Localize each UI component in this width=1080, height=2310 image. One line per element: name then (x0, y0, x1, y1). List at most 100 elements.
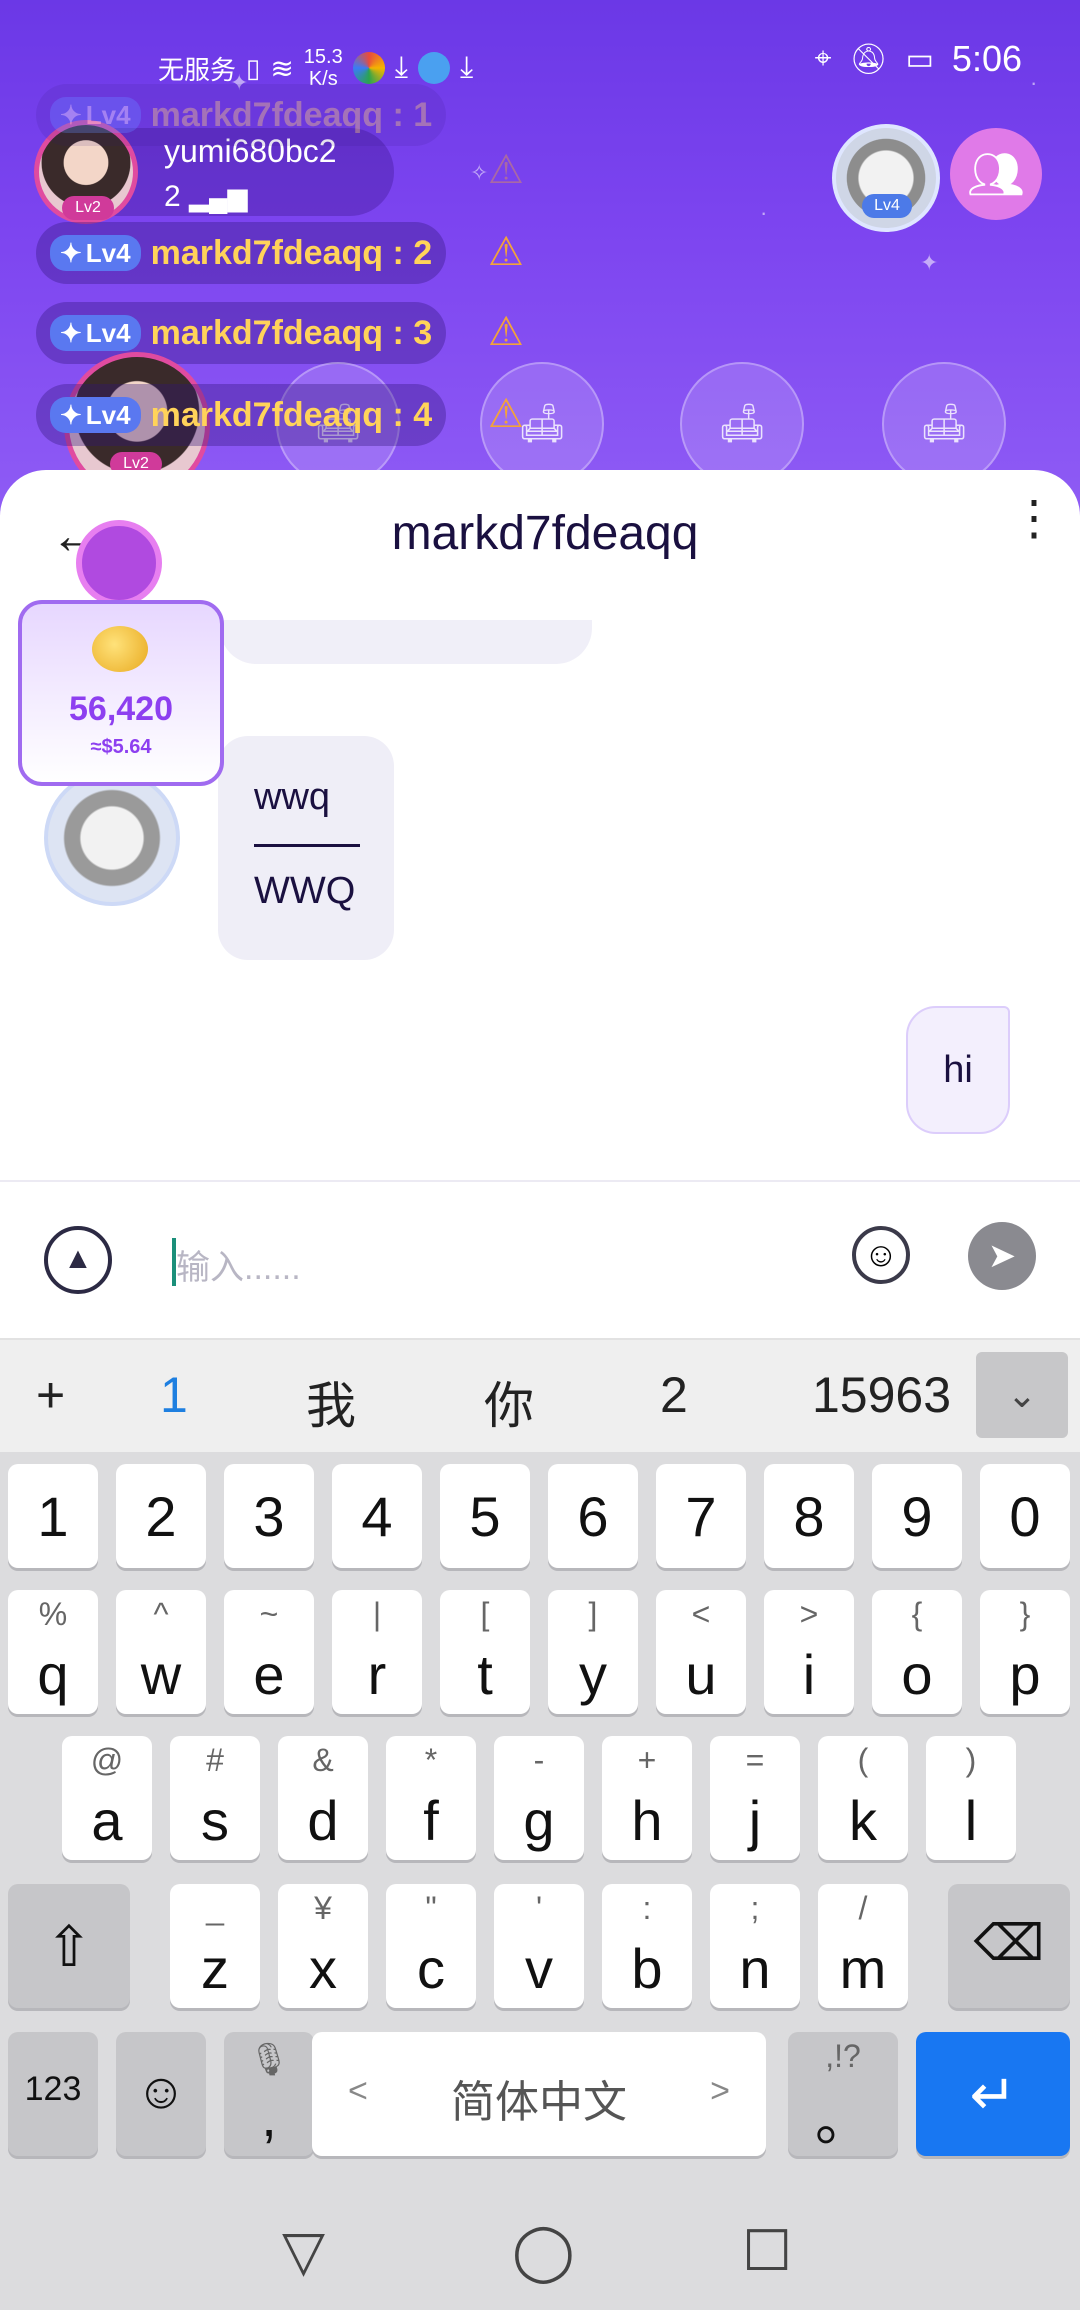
key[interactable]: # s (170, 1736, 260, 1860)
key-sub-label: # (206, 1742, 224, 1778)
emoji-button[interactable]: ☺ (852, 1226, 910, 1284)
gift-amount: 56,420 (69, 690, 173, 728)
key-sub-label: ] (588, 1596, 598, 1632)
key[interactable]: 6 (548, 1464, 638, 1568)
enter-key[interactable]: ↵ (916, 2032, 1070, 2156)
punctuation-key[interactable]: ,!? 。 (788, 2032, 898, 2156)
key[interactable]: " c (386, 1884, 476, 2008)
key[interactable]: ] y (548, 1590, 638, 1714)
voice-comma-key[interactable]: 🎙︎, (224, 2032, 314, 2156)
key[interactable]: ; n (710, 1884, 800, 2008)
recents-nav-button[interactable]: ☐ (742, 2218, 792, 2284)
send-button[interactable]: ➤ (968, 1222, 1036, 1290)
outgoing-message-bubble[interactable]: hi (906, 1006, 1010, 1134)
warning-icon[interactable]: ⚠ (488, 150, 532, 190)
key[interactable]: % q (8, 1590, 98, 1714)
guest-level-badge: Lv4 (862, 194, 912, 218)
key[interactable]: } p (980, 1590, 1070, 1714)
numbers-switch-key[interactable]: 123 (8, 2032, 98, 2156)
key[interactable]: [t (440, 1590, 530, 1714)
key[interactable]: @ a (62, 1736, 152, 1860)
key[interactable]: * f (386, 1736, 476, 1860)
key[interactable]: 5 (440, 1464, 530, 1568)
cursor-right-label: > (710, 2072, 730, 2110)
key-label: p (1009, 1643, 1041, 1706)
key-label: q (37, 1643, 69, 1706)
message-line: wwq (254, 776, 331, 818)
key-sub-label: ^ (153, 1596, 169, 1632)
space-key[interactable]: < 简体中文 > (312, 2032, 766, 2156)
key[interactable]: 8 (764, 1464, 854, 1568)
backspace-key[interactable]: ⌫ (948, 1884, 1070, 2008)
key-sub-label: : (642, 1890, 652, 1926)
key-label: l (964, 1789, 978, 1852)
key[interactable]: -g (494, 1736, 584, 1860)
key[interactable]: 1 (8, 1464, 98, 1568)
ime-candidate[interactable]: 我 (306, 1366, 356, 1438)
key[interactable]: 2 (116, 1464, 206, 1568)
key[interactable]: :b (602, 1884, 692, 2008)
warning-icon[interactable]: ⚠ (488, 232, 532, 272)
level-text: Lv4 (85, 399, 131, 430)
key[interactable]: _ z (170, 1884, 260, 2008)
back-nav-button[interactable]: ▽ (282, 2218, 325, 2284)
gift-widget-mascot[interactable] (76, 520, 162, 606)
room-message-row: ✦ Lv4 markd7fdeaqq : 2 (36, 222, 447, 284)
message-line: WWQ (254, 870, 356, 912)
peer-avatar[interactable] (44, 770, 180, 906)
sofa-icon: 🛋︎ (717, 403, 767, 445)
ime-collapse-button[interactable]: ⌄ (976, 1352, 1068, 1438)
key[interactable]: & d (278, 1736, 368, 1860)
key[interactable]: (k (818, 1736, 908, 1860)
sparkle-icon: ✦ (60, 399, 82, 430)
key[interactable]: 9 (872, 1464, 962, 1568)
empty-seat[interactable]: 🛋︎ (680, 362, 804, 486)
key-label: o (901, 1643, 933, 1706)
empty-seat[interactable]: 🛋︎ (882, 362, 1006, 486)
key[interactable]: 3 (224, 1464, 314, 1568)
warning-icon[interactable]: ⚠ (488, 312, 532, 352)
key[interactable]: = j (710, 1736, 800, 1860)
sparkle-icon: ✦ (60, 317, 82, 348)
key[interactable]: ~ e (224, 1590, 314, 1714)
system-navigation-bar: ▽ ◯ ☐ (0, 2190, 1080, 2310)
message-input[interactable]: 输入...... (176, 1240, 301, 1289)
key[interactable]: | r (332, 1590, 422, 1714)
key[interactable]: ) l (926, 1736, 1016, 1860)
speed-value: 15.3 (303, 46, 343, 68)
key[interactable]: ¥ x (278, 1884, 368, 2008)
key[interactable]: {o (872, 1590, 962, 1714)
carrier-label: 无服务 (158, 54, 237, 85)
key[interactable]: 0 (980, 1464, 1070, 1568)
ime-candidate[interactable]: 1 (160, 1366, 188, 1424)
incoming-message-bubble[interactable]: wwq WWQ (218, 736, 394, 960)
key-sub-label: ,!? (825, 2038, 861, 2074)
key[interactable]: + h (602, 1736, 692, 1860)
key[interactable]: 4 (332, 1464, 422, 1568)
key-sub-label: / (858, 1890, 868, 1926)
ime-candidate[interactable]: 你 (484, 1366, 534, 1438)
ime-plus-button[interactable]: + (36, 1366, 65, 1424)
key[interactable]: > i (764, 1590, 854, 1714)
key-sub-label: ' (535, 1890, 543, 1926)
home-nav-button[interactable]: ◯ (512, 2218, 575, 2284)
ime-candidate[interactable]: 15963 (812, 1366, 972, 1424)
key[interactable]: ^ w (116, 1590, 206, 1714)
emoji-key[interactable]: ☺ (116, 2032, 206, 2156)
wifi-icon: ≋ (270, 52, 294, 84)
warning-icon[interactable]: ⚠ (488, 394, 532, 434)
ime-candidate[interactable]: 2 (660, 1366, 688, 1424)
key-label: k (849, 1789, 877, 1852)
expand-panel-button[interactable]: ▲ (44, 1226, 112, 1294)
key[interactable]: < u (656, 1590, 746, 1714)
online-users-button[interactable]: 👥︎ (950, 128, 1042, 220)
more-options-button[interactable]: ⋮ (1010, 495, 1058, 543)
key[interactable]: / m (818, 1884, 908, 2008)
gift-balance-widget[interactable]: 56,420 ≈$5.64 (18, 600, 224, 786)
key-label: i (802, 1643, 816, 1706)
key[interactable]: 7 (656, 1464, 746, 1568)
key[interactable]: ' v (494, 1884, 584, 2008)
key-label: , (261, 2085, 277, 2148)
signal-bars-icon: ▂▄▆ (189, 182, 248, 212)
shift-key[interactable]: ⇧ (8, 1884, 130, 2008)
